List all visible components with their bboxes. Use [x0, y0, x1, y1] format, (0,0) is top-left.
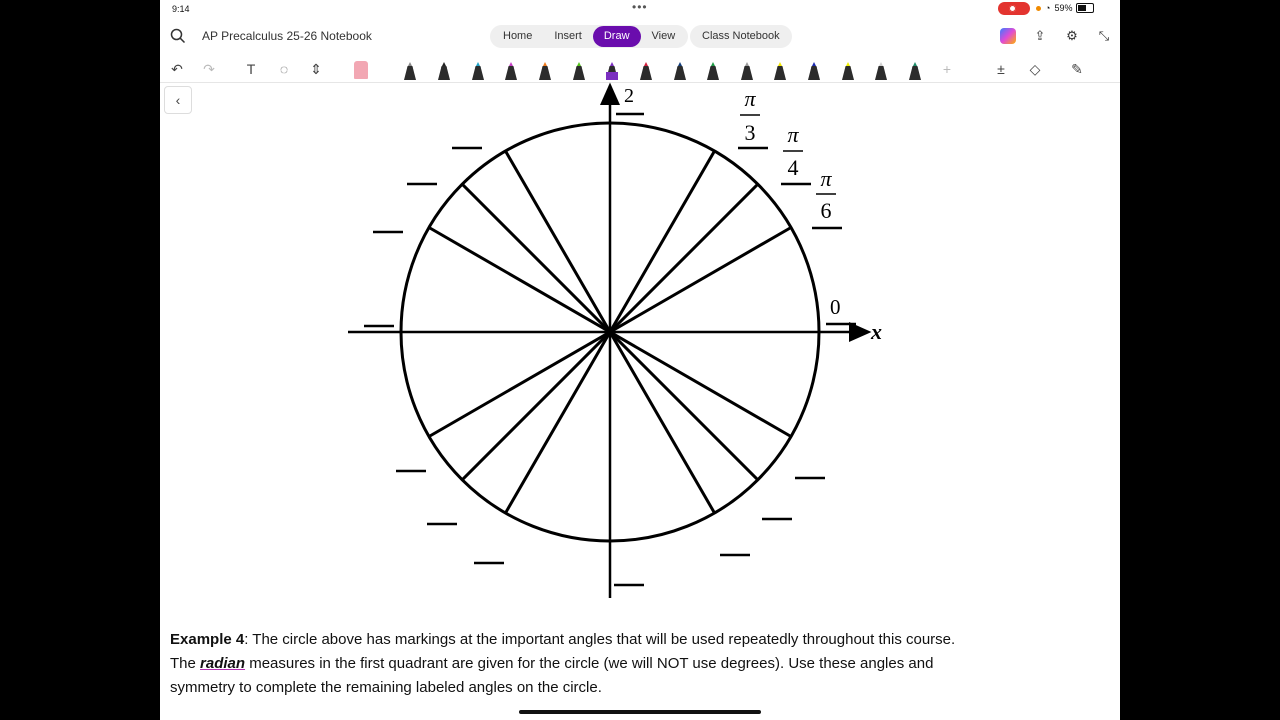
pi-over-3-numerator: π [744, 86, 756, 111]
header-actions: ⇪ ⚙ ⤡ [1000, 28, 1112, 44]
tab-view[interactable]: View [641, 26, 687, 47]
collapse-icon[interactable]: ⤡ [1096, 28, 1112, 44]
pen-body [875, 66, 887, 80]
search-icon[interactable] [170, 28, 186, 44]
battery-percent: 59% [1054, 3, 1073, 13]
pi-over-3-denominator: 3 [745, 120, 756, 145]
pen-body [640, 66, 652, 80]
shapes-icon[interactable]: ◇ [1026, 60, 1044, 78]
pi-over-4-numerator: π [787, 122, 799, 147]
caption-line-2: The radian measures in the first quadran… [170, 652, 1090, 676]
ribbon-tabs: Home Insert Draw View [490, 25, 689, 48]
tab-draw[interactable]: Draw [592, 26, 641, 47]
pen-body [573, 66, 585, 80]
pi-over-6-numerator: π [820, 166, 832, 191]
tab-home[interactable]: Home [492, 26, 543, 47]
label-pi-over-3: π 3 [740, 86, 760, 145]
tab-insert[interactable]: Insert [543, 26, 593, 47]
pen-body [438, 66, 450, 80]
settings-gear-icon[interactable]: ⚙ [1064, 28, 1080, 44]
caption-line-1: Example 4: The circle above has markings… [170, 628, 1090, 652]
multitask-dots-icon[interactable]: ••• [632, 0, 648, 14]
label-pi-over-4: π 4 [783, 122, 803, 180]
zero-label: 0 [830, 295, 841, 319]
battery-icon [1076, 3, 1095, 13]
example-label: Example 4 [170, 631, 245, 648]
onenote-app: 9:14 ••• ◔ 59% AP Precalculus 25-26 Note… [160, 0, 1120, 720]
example-caption: Example 4: The circle above has markings… [170, 628, 1090, 700]
tab-class-notebook[interactable]: Class Notebook [690, 25, 792, 48]
pen-body [404, 66, 416, 80]
pi-over-4-denominator: 4 [788, 155, 799, 180]
status-bar: 9:14 ••• ◔ 59% [160, 0, 1120, 18]
caption-line-1-text: : The circle above has markings at the i… [244, 631, 956, 648]
status-time: 9:14 [172, 4, 190, 14]
radian-word: radian [200, 655, 246, 672]
active-pen-indicator [606, 72, 618, 80]
y-top-label: 2 [624, 85, 634, 107]
ink-to-text-icon[interactable]: ✎ [1068, 60, 1086, 78]
pen-body [674, 66, 686, 80]
redo-icon[interactable]: ↷ [200, 60, 218, 78]
header-bar: AP Precalculus 25-26 Notebook Home Inser… [160, 22, 1120, 50]
mic-indicator-icon [1036, 5, 1041, 11]
copilot-icon[interactable] [1000, 28, 1016, 44]
lasso-select-icon[interactable]: ◌ [275, 60, 293, 78]
caption-line-3: symmetry to complete the remaining label… [170, 679, 602, 696]
x-axis-label: x [870, 319, 882, 344]
pen-body [741, 66, 753, 80]
screen-record-icon[interactable] [998, 2, 1030, 15]
text-tool-icon[interactable]: T [242, 60, 260, 78]
undo-icon[interactable]: ↶ [168, 60, 186, 78]
label-pi-over-6: π 6 [816, 166, 836, 223]
wifi-icon: ◔ [1045, 3, 1051, 13]
pen-body [842, 66, 854, 80]
add-space-icon[interactable]: ⇕ [307, 60, 325, 78]
pen-body [808, 66, 820, 80]
pen-body [472, 66, 484, 80]
home-indicator[interactable] [519, 710, 761, 714]
status-right: ◔ 59% [1036, 3, 1095, 13]
share-icon[interactable]: ⇪ [1032, 28, 1048, 44]
draw-toolbar: ↶ ↷ T ◌ ⇕ + ± ◇ ✎ [160, 56, 1120, 82]
pi-over-6-denominator: 6 [821, 198, 832, 223]
pen-body [774, 66, 786, 80]
caption-line-2-prefix: The [170, 655, 201, 672]
back-button[interactable]: ‹ [164, 86, 192, 114]
eraser-icon[interactable] [354, 61, 368, 79]
unit-circle-diagram: 2 π 3 π 4 π 6 0 x [348, 82, 882, 598]
notebook-title[interactable]: AP Precalculus 25-26 Notebook [202, 29, 372, 43]
pen-body [505, 66, 517, 80]
pen-body [909, 66, 921, 80]
pen-body [707, 66, 719, 80]
caption-line-2-text: measures in the first quadrant are given… [245, 655, 934, 672]
add-pen-icon[interactable]: + [938, 60, 956, 78]
math-icon[interactable]: ± [992, 60, 1010, 78]
pen-body [539, 66, 551, 80]
